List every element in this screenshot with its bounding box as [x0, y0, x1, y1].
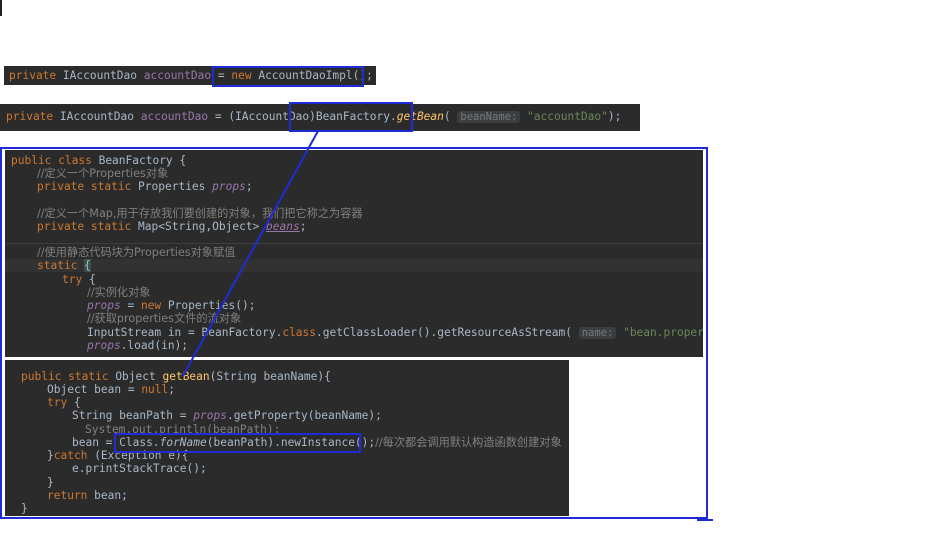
annotation-connector-line: [182, 130, 319, 377]
